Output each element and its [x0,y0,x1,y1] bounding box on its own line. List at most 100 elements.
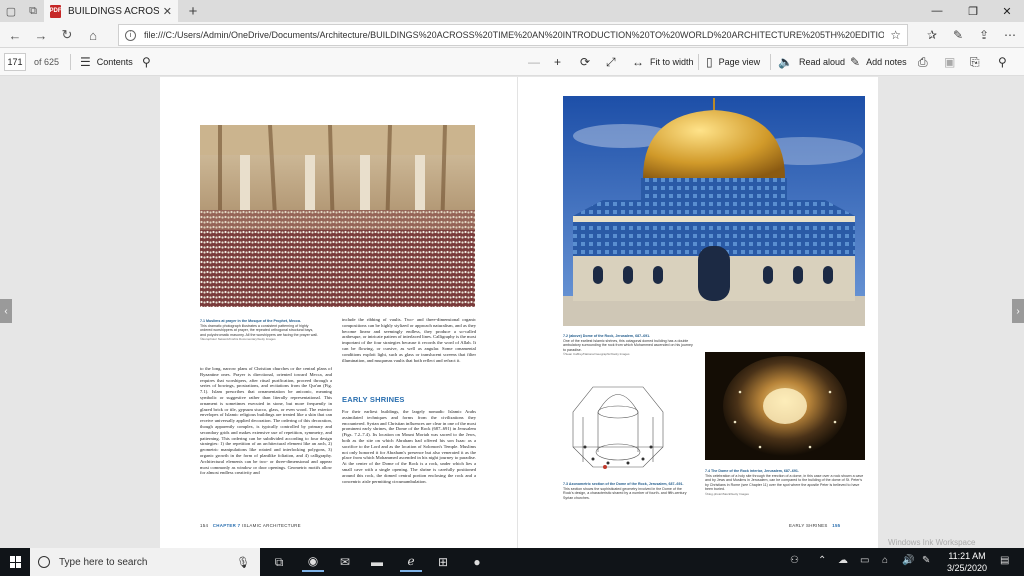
url-field[interactable]: i file:///C:/Users/Admin/OneDrive/Docume… [118,24,908,46]
browser-tab[interactable]: PDF BUILDINGS ACROSS TIM ✕ [44,0,178,22]
file-explorer-icon[interactable]: ▬ [366,552,388,572]
minus-icon: — [528,55,540,69]
tab-actions-icon[interactable]: ⧉ [22,0,44,22]
cortana-icon [38,556,50,568]
mosque-prayer-photo [200,125,475,307]
people-icon[interactable]: ⚇ [790,555,799,566]
search-icon: ⚲ [142,55,151,69]
page-view-button[interactable]: ▯ Page view [706,53,760,71]
pen-workspace-icon[interactable]: ✎ [922,555,930,566]
page-number: 155 [832,523,841,528]
fit-to-width-button[interactable]: ↔ Fit to width [632,53,694,71]
find-button[interactable]: ⚲ [142,53,151,71]
read-aloud-button[interactable]: 🔈 Read aloud [778,53,845,71]
chrome-icon[interactable]: ◉ [302,552,324,572]
system-clock[interactable]: 11:21 AM 3/25/2020 [940,550,994,574]
left-folio: 154 CHAPTER 7 ISLAMIC ARCHITECTURE [200,523,301,528]
figure-7-2-caption: 7.2 (above) Dome of the Rock, Jerusalem,… [563,334,693,357]
store-icon[interactable]: ⊞ [432,552,454,572]
document-viewport[interactable]: ‹ › 7.1 Muslims at prayer in the Mosque … [0,77,1024,548]
pen-icon[interactable]: ✎ [948,25,968,45]
save-as-icon: ⎘ [970,54,980,69]
action-center-icon[interactable]: ▤ [1000,555,1009,566]
forward-button[interactable]: → [30,25,52,45]
previous-page-arrow-icon[interactable]: ‹ [0,299,12,323]
onedrive-icon[interactable]: ☁ [838,555,848,566]
caption-body: This dramatic photograph illustrates a c… [200,323,318,337]
back-button[interactable]: ← [4,25,26,45]
rotate-icon: ⟳ [580,55,591,69]
battery-icon[interactable]: ▭ [860,555,869,566]
pin-toolbar-button[interactable]: ⚲ [998,53,1007,71]
microphone-icon[interactable]: 🎙 [236,556,250,569]
toolbar-divider [770,54,771,70]
print-icon: ⎙ [918,54,928,69]
page-view-label: Page view [718,57,761,67]
contents-label: Contents [96,57,133,67]
contents-button[interactable]: ☰ Contents [80,53,133,71]
caption-title: 7.2 (above) Dome of the Rock, Jerusalem,… [563,334,651,338]
page-number-input[interactable]: 171 [4,53,26,71]
pdf-icon: PDF [50,4,62,18]
body-text-column-2-top: include the ribbing of vaults. Two- and … [342,317,476,363]
firefox-icon[interactable]: ● [466,552,488,572]
toolbar-divider [70,54,71,70]
volume-icon[interactable]: 🔊 [902,555,914,566]
next-page-arrow-icon[interactable]: › [1012,299,1024,323]
more-icon[interactable]: ⋯ [1000,25,1020,45]
add-notes-button[interactable]: ✎ Add notes [850,53,907,71]
network-icon[interactable]: ⌂ [882,555,888,566]
print-button[interactable]: ⎙ [918,53,928,71]
expand-icon: ⤢ [606,54,616,69]
new-tab-button[interactable]: + [184,2,202,20]
minimize-button[interactable]: — [920,0,954,22]
right-folio: EARLY SHRINES 155 [789,523,840,528]
zoom-in-button[interactable]: + [554,53,561,71]
body-text-column-1: to the long, narrow plans of Christian c… [200,366,332,476]
toolbar-divider [698,54,699,70]
figure-7-1-caption: 7.1 Muslims at prayer in the Mosque of t… [200,319,320,342]
home-button[interactable]: ⌂ [82,25,104,45]
edge-icon[interactable]: ℯ [400,552,422,572]
read-aloud-icon: 🔈 [778,55,793,69]
caption-body: This celebration of a holy site through … [705,473,864,492]
section-heading: EARLY SHRINES [342,395,405,404]
show-hidden-icons[interactable]: ⌃ [818,555,826,566]
right-page: 7.2 (above) Dome of the Rock, Jerusalem,… [518,77,878,548]
task-view-icon[interactable]: ⧉ [268,552,290,572]
caption-body: One of the earliest Islamic shrines, thi… [563,338,693,352]
maximize-button[interactable]: ❐ [956,0,990,22]
caption-title: 7.1 Muslims at prayer in the Mosque of t… [200,319,302,323]
zoom-out-button[interactable]: — [528,53,540,71]
figure-7-4-caption: 7.4 The Dome of the Rock interior, Jerus… [705,469,865,497]
taskbar-search[interactable]: Type here to search 🎙 [30,548,260,576]
clock-date: 3/25/2020 [946,563,988,573]
favorite-star-icon[interactable]: ☆ [890,28,901,42]
close-tab-icon[interactable]: ✕ [163,5,172,18]
save-icon: ▣ [944,55,956,69]
chapter-title: ISLAMIC ARCHITECTURE [241,523,301,528]
mail-icon[interactable]: ✉ [334,552,356,572]
save-button[interactable]: ▣ [944,53,955,71]
share-icon[interactable]: ⇪ [974,25,994,45]
caption-title: 7.4 The Dome of the Rock interior, Jerus… [705,469,799,473]
save-as-button[interactable]: ⎘ [970,53,980,71]
info-icon[interactable]: i [125,29,136,41]
taskbar: Type here to search 🎙 ⧉ ◉ ✉ ▬ ℯ ⊞ ● ⚇ ⌃ … [0,548,1024,576]
pdf-toolbar: 171 of 625 ☰ Contents ⚲ — + ⟳ ⤢ ↔ Fit to… [0,48,1024,76]
fullscreen-button[interactable]: ⤢ [606,53,616,71]
figure-7-3-caption: 7.3 Axonometric section of the Dome of t… [563,482,688,500]
page-number: 154 [200,523,209,528]
windows-start-icon[interactable] [10,556,22,568]
rotate-button[interactable]: ⟳ [580,53,590,71]
refresh-button[interactable]: ↻ [56,25,78,45]
window-menu-icon[interactable]: ▢ [0,0,22,22]
pen-icon: ✎ [850,55,861,69]
page-count: of 625 [34,57,60,67]
close-window-button[interactable]: ✕ [990,0,1024,22]
chapter-label: CHAPTER 7 [212,523,241,528]
left-page: 7.1 Muslims at prayer in the Mosque of t… [160,77,518,548]
pin-icon: ⚲ [998,55,1007,69]
favorites-icon[interactable]: ✰ [922,25,942,45]
caption-body: This section shows the sophisticated geo… [563,486,687,500]
